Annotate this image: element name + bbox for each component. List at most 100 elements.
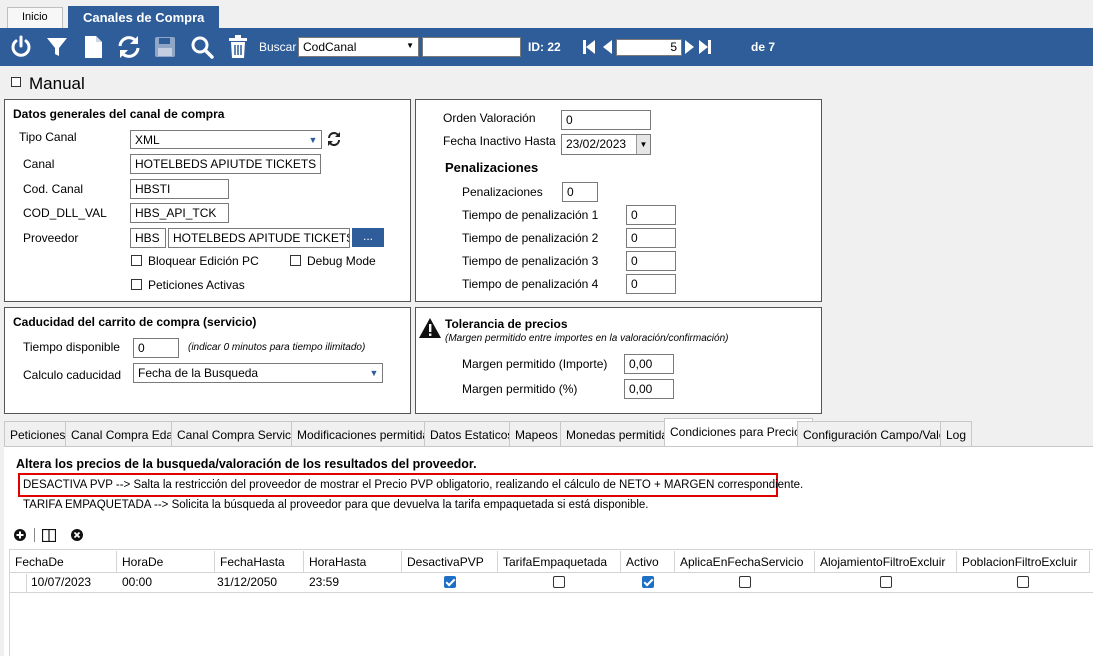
calculo-caducidad-select[interactable]: Fecha de la Busqueda ▼	[133, 363, 383, 383]
cell-fechahasta[interactable]: 31/12/2050	[212, 573, 282, 591]
tiempo-disponible-label: Tiempo disponible	[23, 340, 120, 354]
tiempo-pen-3-input[interactable]: 0	[626, 251, 676, 271]
tiempo-pen-1-input[interactable]: 0	[626, 205, 676, 225]
record-id: ID: 22	[528, 40, 561, 54]
peticiones-checkbox[interactable]	[131, 279, 142, 290]
cod-canal-input[interactable]: HBSTI	[130, 179, 229, 199]
fecha-inactivo-label: Fecha Inactivo Hasta	[443, 134, 556, 148]
tab-canal-compra-edad[interactable]: Canal Compra Edad	[65, 421, 186, 446]
cell-activo-checkbox[interactable]	[642, 576, 654, 588]
col-aplicaenfechaservicio[interactable]: AplicaEnFechaServicio	[675, 551, 815, 573]
col-poblacionfiltroexcluir[interactable]: PoblacionFiltroExcluir	[957, 551, 1090, 573]
dropdown-arrow-icon: ▼	[406, 41, 414, 50]
new-document-icon[interactable]	[79, 33, 107, 61]
cell-aplicaenfechaservicio-checkbox[interactable]	[739, 576, 751, 588]
search-field-value: CodCanal	[303, 40, 357, 54]
col-fechade[interactable]: FechaDe	[10, 551, 117, 573]
tiempo-pen-2-label: Tiempo de penalización 2	[462, 231, 599, 245]
manual-checkbox[interactable]	[11, 77, 21, 87]
orden-input[interactable]: 0	[561, 110, 651, 130]
tipo-canal-label: Tipo Canal	[19, 130, 77, 144]
cell-tarifaempaquetada-checkbox[interactable]	[553, 576, 565, 588]
tiempo-disponible-input[interactable]: 0	[133, 338, 179, 358]
col-horahasta[interactable]: HoraHasta	[304, 551, 402, 573]
tab-inicio[interactable]: Inicio	[7, 7, 63, 28]
search-input[interactable]	[422, 37, 521, 57]
cod-dll-label: COD_DLL_VAL	[23, 206, 107, 220]
top-tab-bar: Inicio Canales de Compra	[0, 0, 1093, 28]
next-record-icon[interactable]	[683, 33, 697, 61]
table-row[interactable]	[10, 573, 1093, 593]
debug-label: Debug Mode	[307, 254, 376, 268]
search-icon[interactable]	[188, 33, 216, 61]
add-row-icon[interactable]	[14, 529, 26, 544]
save-icon[interactable]	[151, 33, 179, 61]
detail-tab-bar: Peticiones Canal Compra Edad Canal Compr…	[4, 418, 1093, 446]
tab-canales-de-compra[interactable]: Canales de Compra	[68, 6, 220, 28]
columns-icon[interactable]	[41, 528, 57, 545]
margen-pct-label: Margen permitido (%)	[462, 382, 578, 396]
orden-label: Orden Valoración	[443, 111, 536, 125]
col-alojamientofiltroexcluir[interactable]: AlojamientoFiltroExcluir	[815, 551, 957, 573]
canal-input[interactable]: HOTELBEDS APIUTDE TICKETS X	[130, 154, 321, 174]
tolerancia-title: Tolerancia de precios	[445, 317, 568, 331]
col-fechahasta[interactable]: FechaHasta	[215, 551, 304, 573]
tab-configuracion-campo[interactable]: Configuración Campo/Valor	[797, 421, 956, 446]
filter-icon[interactable]	[43, 33, 71, 61]
calendar-dropdown-icon[interactable]: ▼	[636, 135, 650, 154]
tipo-canal-select[interactable]: XML ▼	[130, 130, 322, 149]
tab-condiciones-precios[interactable]: Condiciones para Precios	[664, 418, 813, 446]
penalizaciones-title: Penalizaciones	[445, 160, 539, 175]
cell-fechade[interactable]: 10/07/2023	[26, 573, 96, 591]
previous-record-icon[interactable]	[600, 33, 614, 61]
tab-monedas[interactable]: Monedas permitidas	[560, 421, 681, 446]
tab-modificaciones[interactable]: Modificaciones permitidas	[291, 421, 442, 446]
search-field-select[interactable]: CodCanal ▼	[298, 37, 419, 57]
calculo-caducidad-value: Fecha de la Busqueda	[138, 366, 259, 380]
col-horade[interactable]: HoraDe	[117, 551, 215, 573]
proveedor-code-input[interactable]: HBS	[130, 228, 166, 248]
refresh-icon[interactable]	[115, 33, 143, 61]
bloquear-checkbox[interactable]	[131, 255, 142, 266]
tab-log[interactable]: Log	[940, 421, 973, 446]
tab-datos-estaticos[interactable]: Datos Estaticos	[424, 421, 520, 446]
tab-mapeos[interactable]: Mapeos	[509, 421, 564, 446]
tolerancia-subtitle: (Margen permitido entre importes en la v…	[445, 333, 729, 344]
proveedor-name-input[interactable]: HOTELBEDS APITUDE TICKETS	[168, 228, 350, 248]
page-input[interactable]: 5	[616, 39, 682, 56]
margen-pct-input[interactable]: 0,00	[624, 379, 674, 399]
last-record-icon[interactable]	[698, 33, 712, 61]
penalizaciones-input[interactable]: 0	[562, 182, 598, 202]
power-icon[interactable]	[7, 33, 35, 61]
margen-importe-label: Margen permitido (Importe)	[462, 357, 608, 371]
tiempo-pen-4-input[interactable]: 0	[626, 274, 676, 294]
tiempo-pen-4-label: Tiempo de penalización 4	[462, 277, 599, 291]
margen-importe-input[interactable]: 0,00	[624, 354, 674, 374]
refresh-small-icon[interactable]	[326, 131, 342, 150]
penalizaciones-label: Penalizaciones	[462, 185, 543, 199]
tab-canal-compra-servicio[interactable]: Canal Compra Servicio	[171, 421, 307, 446]
cell-desactivapvp-checkbox[interactable]	[444, 576, 456, 588]
fecha-inactivo-picker[interactable]: 23/02/2023 ▼	[561, 134, 651, 155]
cell-horade[interactable]: 00:00	[117, 573, 157, 591]
cod-dll-input[interactable]: HBS_API_TCK	[130, 203, 229, 223]
first-record-icon[interactable]	[582, 33, 596, 61]
warning-icon	[418, 317, 442, 342]
cod-canal-label: Cod. Canal	[23, 182, 84, 196]
trash-icon[interactable]	[224, 33, 252, 61]
col-tarifaempaquetada[interactable]: TarifaEmpaquetada	[498, 551, 621, 573]
caducidad-title: Caducidad del carrito de compra (servici…	[13, 315, 257, 329]
col-desactivapvp[interactable]: DesactivaPVP	[402, 551, 498, 573]
fecha-inactivo-value: 23/02/2023	[566, 137, 627, 151]
cell-alojamientofiltroexcluir-checkbox[interactable]	[880, 576, 892, 588]
tiempo-pen-2-input[interactable]: 0	[626, 228, 676, 248]
delete-row-icon[interactable]	[71, 529, 83, 544]
general-data-title: Datos generales del canal de compra	[13, 107, 225, 121]
col-activo[interactable]: Activo	[621, 551, 675, 573]
tab-peticiones[interactable]: Peticiones	[4, 421, 72, 446]
cell-horahasta[interactable]: 23:59	[304, 573, 344, 591]
cell-poblacionfiltroexcluir-checkbox[interactable]	[1017, 576, 1029, 588]
debug-checkbox[interactable]	[290, 255, 301, 266]
row-selector[interactable]	[10, 574, 27, 592]
proveedor-browse-button[interactable]: ...	[352, 228, 384, 247]
